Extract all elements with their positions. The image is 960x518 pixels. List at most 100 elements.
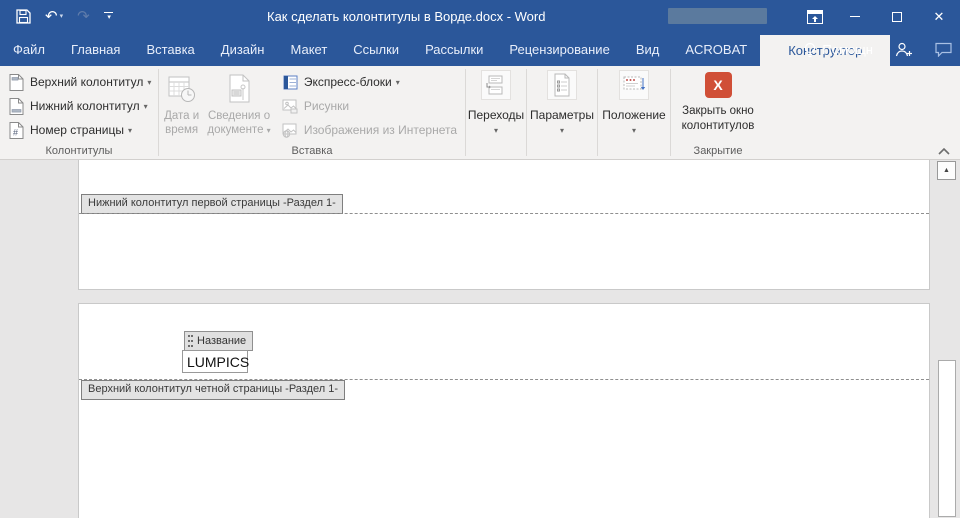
comment-icon bbox=[935, 42, 952, 57]
navigation-button[interactable]: Переходы bbox=[468, 108, 524, 122]
tab-references[interactable]: Ссылки bbox=[340, 33, 412, 66]
group-label-close: Закрытие bbox=[671, 145, 765, 157]
quick-parts-label: Экспресс-блоки bbox=[304, 75, 392, 89]
collapse-ribbon-button[interactable] bbox=[938, 148, 950, 155]
tab-file[interactable]: Файл bbox=[0, 33, 58, 66]
redo-button: ↷ bbox=[77, 9, 90, 24]
close-header-footer-button[interactable]: Закрыть окно колонтитулов bbox=[681, 104, 755, 134]
save-icon bbox=[16, 9, 31, 24]
group-options: Параметры ▾ bbox=[527, 66, 597, 159]
header-button-label: Верхний колонтитул bbox=[30, 75, 143, 89]
group-close: X Закрыть окно колонтитулов Закрытие bbox=[671, 66, 765, 159]
person-add-icon bbox=[895, 42, 913, 57]
footer-button[interactable]: Нижний колонтитул ▾ bbox=[0, 94, 158, 118]
ribbon-display-options-button[interactable] bbox=[796, 0, 834, 33]
dropdown-icon: ▾ bbox=[147, 78, 151, 87]
dropdown-icon: ▾ bbox=[144, 102, 148, 111]
redacted-account-block bbox=[668, 8, 767, 24]
content-control-tag[interactable]: Название bbox=[184, 331, 253, 351]
group-position: Положение ▾ bbox=[598, 66, 670, 159]
navigation-icon bbox=[481, 70, 511, 100]
online-pictures-label: Изображения из Интернета bbox=[304, 123, 457, 137]
group-header-footer: Верхний колонтитул ▾ Нижний колонтитул ▾ bbox=[0, 66, 158, 159]
scrollbar-thumb[interactable] bbox=[938, 360, 956, 517]
tab-review[interactable]: Рецензирование bbox=[496, 33, 622, 66]
options-icon bbox=[547, 70, 577, 100]
ribbon-tab-bar: Файл Главная Вставка Дизайн Макет Ссылки… bbox=[0, 33, 960, 66]
comments-button[interactable] bbox=[935, 42, 952, 57]
position-button[interactable]: Положение bbox=[602, 108, 665, 122]
dropdown-icon: ▾ bbox=[396, 78, 400, 87]
online-pictures-button: Изображения из Интернета bbox=[274, 118, 465, 142]
content-control-tag-label: Название bbox=[197, 335, 246, 347]
insert-small-buttons: Экспресс-блоки ▾ Рисунки bbox=[274, 70, 465, 144]
close-header-footer-icon: X bbox=[705, 72, 732, 98]
undo-button[interactable]: ↶ ▾ bbox=[45, 9, 63, 24]
pictures-label: Рисунки bbox=[304, 99, 349, 113]
share-button[interactable] bbox=[895, 42, 913, 57]
tell-me-helper[interactable]: Помощн bbox=[804, 42, 873, 58]
online-pictures-icon bbox=[282, 122, 299, 139]
tab-design[interactable]: Дизайн bbox=[208, 33, 278, 66]
quick-parts-icon bbox=[282, 74, 299, 91]
minimize-icon bbox=[850, 16, 860, 17]
group-label-header-footer: Колонтитулы bbox=[0, 145, 158, 157]
dropdown-icon[interactable]: ▾ bbox=[560, 126, 564, 135]
tab-layout[interactable]: Макет bbox=[277, 33, 340, 66]
date-time-icon bbox=[166, 73, 198, 105]
customize-qat-icon bbox=[104, 12, 113, 13]
document-area: Нижний колонтитул первой страницы -Разде… bbox=[0, 160, 960, 518]
title-bar: ↶ ▾ ↷ ▾ Как сделать колонтитулы в Ворде.… bbox=[0, 0, 960, 33]
footer-boundary-dashed-line bbox=[79, 213, 929, 214]
page-number-button-label: Номер страницы bbox=[30, 123, 124, 137]
undo-dropdown-icon[interactable]: ▾ bbox=[60, 13, 64, 20]
lightbulb-icon bbox=[804, 42, 816, 58]
content-control-input[interactable]: LUMPICS bbox=[182, 350, 248, 373]
page-number-icon: # bbox=[8, 122, 25, 139]
content-control-value: LUMPICS bbox=[187, 354, 249, 370]
quick-parts-button[interactable]: Экспресс-блоки ▾ bbox=[274, 70, 465, 94]
maximize-button[interactable] bbox=[876, 0, 918, 33]
word-window: ↶ ▾ ↷ ▾ Как сделать колонтитулы в Ворде.… bbox=[0, 0, 960, 518]
dropdown-icon[interactable]: ▾ bbox=[494, 126, 498, 135]
content-control-grip-icon[interactable] bbox=[187, 334, 194, 348]
footer-icon bbox=[8, 98, 25, 115]
page-number-button[interactable]: # Номер страницы ▾ bbox=[0, 118, 158, 142]
dropdown-icon[interactable]: ▾ bbox=[632, 126, 636, 135]
maximize-icon bbox=[892, 12, 902, 22]
chevron-up-icon bbox=[938, 148, 950, 155]
tab-acrobat[interactable]: ACROBAT bbox=[672, 33, 760, 66]
even-page-header-label: Верхний колонтитул четной страницы -Разд… bbox=[81, 380, 345, 400]
vertical-scrollbar[interactable]: ▲ bbox=[936, 160, 958, 518]
group-insert: Дата и время Сведения о документе bbox=[159, 66, 465, 159]
svg-text:#: # bbox=[13, 127, 18, 137]
close-button[interactable]: ✕ bbox=[918, 0, 960, 33]
first-page-footer-label: Нижний колонтитул первой страницы -Разде… bbox=[81, 194, 343, 214]
header-button[interactable]: Верхний колонтитул ▾ bbox=[0, 70, 158, 94]
header-icon bbox=[8, 74, 25, 91]
ribbon-display-options-icon bbox=[807, 10, 823, 24]
save-button[interactable] bbox=[16, 9, 31, 24]
date-time-button: Дата и время bbox=[159, 70, 204, 144]
tab-mailings[interactable]: Рассылки bbox=[412, 33, 496, 66]
options-button[interactable]: Параметры bbox=[530, 108, 594, 122]
customize-qat-button[interactable]: ▾ bbox=[104, 12, 113, 21]
tab-view[interactable]: Вид bbox=[623, 33, 673, 66]
helper-label: Помощн bbox=[822, 42, 873, 57]
quick-access-toolbar: ↶ ▾ ↷ ▾ bbox=[16, 0, 113, 33]
dropdown-icon: ▾ bbox=[128, 126, 132, 135]
window-controls: ✕ bbox=[796, 0, 960, 33]
undo-icon: ↶ bbox=[45, 9, 58, 24]
minimize-button[interactable] bbox=[834, 0, 876, 33]
close-icon: ✕ bbox=[934, 9, 945, 25]
tab-insert[interactable]: Вставка bbox=[133, 33, 207, 66]
document-info-label: Сведения о документе bbox=[207, 110, 270, 136]
scroll-up-button[interactable]: ▲ bbox=[937, 161, 956, 180]
pictures-button: Рисунки bbox=[274, 94, 465, 118]
scroll-up-icon: ▲ bbox=[943, 167, 950, 174]
dropdown-icon: ▾ bbox=[267, 126, 271, 135]
window-title: Как сделать колонтитулы в Ворде.docx - W… bbox=[267, 0, 545, 33]
page-2: Название LUMPICS Верхний колонтитул четн… bbox=[78, 303, 930, 518]
redo-icon: ↷ bbox=[77, 9, 90, 24]
tab-home[interactable]: Главная bbox=[58, 33, 133, 66]
